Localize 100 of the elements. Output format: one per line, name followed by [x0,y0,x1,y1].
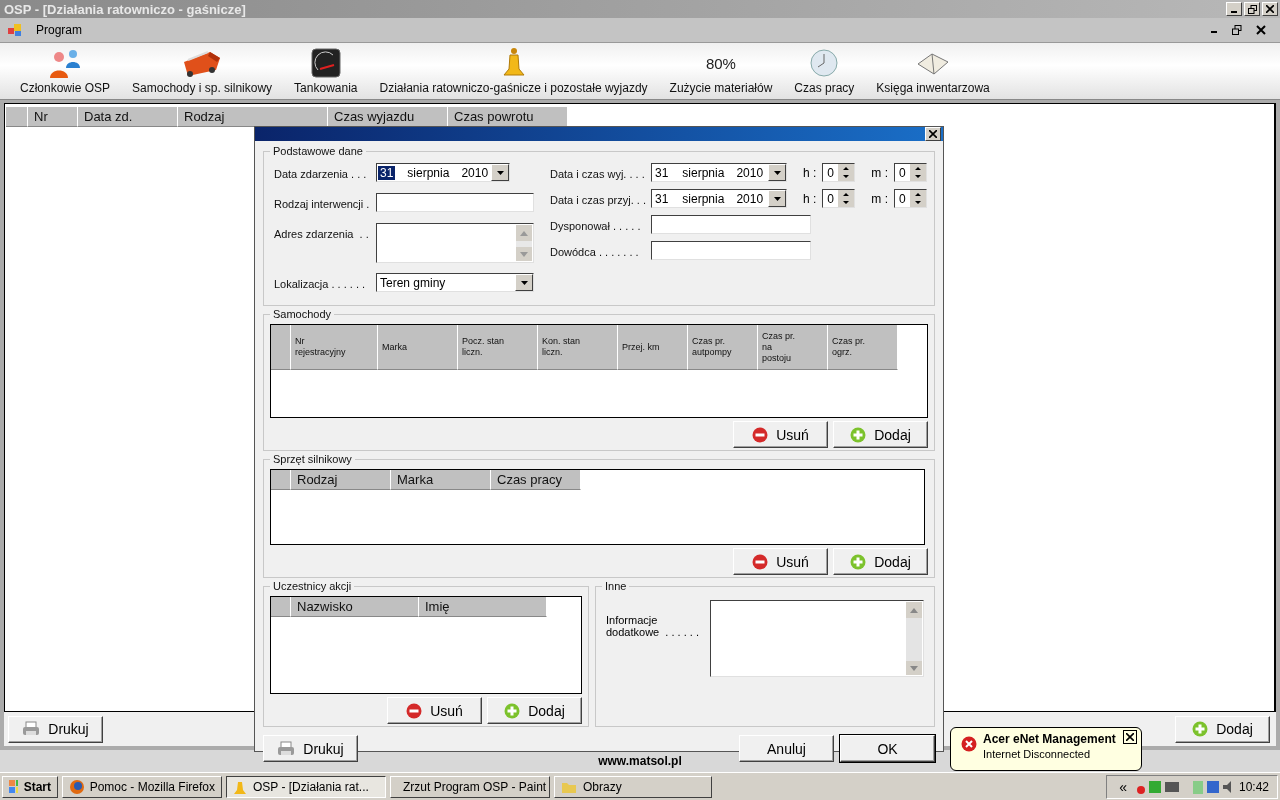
number-spinner[interactable]: 0 [822,189,856,208]
column-header[interactable]: Czas pr. na postoju [758,325,828,370]
remove-button[interactable]: Usuń [387,697,482,724]
field-label: Data i czas przyj. . . [550,193,647,206]
scrollbar[interactable] [516,225,532,261]
toolbar-button[interactable]: Działania ratowniczo-gaśnicze i pozostałe wyjazdy [379,47,648,95]
remove-button[interactable]: Usuń [733,421,828,448]
add-button[interactable]: Dodaj [833,421,928,448]
taskbar-button[interactable]: Obrazy [554,775,712,798]
group-title: Sprzęt silnikowy [272,453,353,465]
column-header[interactable]: Pocz. stan liczn. [458,325,538,370]
remove-icon [406,702,423,719]
add-icon [850,426,867,443]
clock-time: 10:42 [1238,779,1269,794]
toolbar-button[interactable]: Księga inwentarzowa [876,47,990,95]
add-icon [850,553,867,570]
field-label: Adres zdarzenia . . [274,227,370,240]
add-button[interactable]: Dodaj [1175,715,1270,743]
field-label: Data i czas wyj. . . . [550,167,646,180]
date-picker[interactable]: 31 sierpnia 2010 [376,163,510,182]
dropdown-arrow-icon [773,170,781,175]
dropdown[interactable]: Teren gminy [376,273,534,292]
column-header[interactable]: Nazwisko [291,597,419,617]
notification-title: Acer eNet Management [983,732,1116,746]
minute-label: m : [871,191,888,206]
input-field[interactable] [376,193,534,212]
toolbar-button[interactable]: Członkowie OSP [20,47,111,95]
column-header[interactable]: Marka [391,470,491,490]
column-header[interactable]: Czas pr. autpompy [688,325,758,370]
group-title: Samochody [272,308,333,320]
scrollbar[interactable] [906,602,922,675]
column-header[interactable]: Rodzaj [178,107,328,127]
menu-item[interactable]: Program [36,23,82,37]
close-button[interactable] [1123,730,1137,744]
add-icon [1192,721,1209,737]
window-icon [8,24,22,36]
field-label: Dowódca . . . . . . . [550,245,640,258]
notification-message: Internet Disconnected [983,748,1091,760]
window-title: OSP - [Działania ratowniczo - gaśnicze] [4,1,246,17]
dropdown-arrow-icon [496,170,504,175]
toolbar-button[interactable]: Tankowania [294,47,358,95]
taskbar-button[interactable]: Zrzut Program OSP - Paint [390,775,550,798]
restore-icon [1247,4,1257,14]
column-header[interactable]: Czas powrotu [448,107,568,127]
ok-button[interactable]: OK [840,735,935,762]
hour-label: h : [803,191,817,206]
number-spinner[interactable]: 0 [894,189,927,208]
show-hidden-icons-button[interactable]: « [1115,778,1131,795]
toolbar-button[interactable]: Czas pracy [794,47,855,95]
column-header[interactable]: Imię [419,597,547,617]
minute-label: m : [871,165,888,180]
group-title: Inne [604,580,628,592]
close-icon [1126,733,1134,741]
date-picker[interactable]: 31 sierpnia 2010 [651,189,787,208]
clock-icon [809,48,840,78]
column-header[interactable]: Czas wyjazdu [328,107,448,127]
remove-icon [752,553,769,570]
cancel-button[interactable]: Anuluj [739,735,834,762]
input-field[interactable] [651,241,811,260]
column-header[interactable]: Przej. km [618,325,688,370]
add-button[interactable]: Dodaj [487,697,582,724]
add-button[interactable]: Dodaj [833,548,928,575]
windows-logo-icon [9,779,18,794]
error-icon [961,736,977,752]
restore-icon [1232,25,1242,35]
minimize-button[interactable] [1226,2,1242,16]
field-label: Data zdarzenia . . . [274,167,368,180]
number-spinner[interactable]: 0 [822,163,856,182]
column-header[interactable]: Czas pracy [491,470,581,490]
text-area[interactable] [376,223,534,263]
people-icon [48,48,82,78]
print-button[interactable]: Drukuj [8,715,103,743]
toolbar-button[interactable]: 80% Zużycie materiałów [669,47,773,95]
remove-button[interactable]: Usuń [733,548,828,575]
website-link[interactable]: www.matsol.pl [598,754,682,768]
print-button[interactable]: Drukuj [263,735,358,762]
date-picker[interactable]: 31 sierpnia 2010 [651,163,787,182]
taskbar-button[interactable]: Pomoc - Mozilla Firefox [62,775,222,798]
field-label: Dysponował . . . . . [550,219,642,232]
column-header[interactable]: Nr rejestracyjny [291,325,378,370]
restore-button[interactable] [1244,2,1260,16]
number-spinner[interactable]: 0 [894,163,927,182]
group-title: Uczestnicy akcji [272,580,353,592]
close-icon [1266,5,1274,13]
start-button[interactable]: Start [2,775,58,798]
column-header[interactable]: Data zd. [78,107,178,127]
column-header[interactable]: Nr [28,107,78,127]
close-icon [929,130,937,138]
browser-icon [69,778,84,795]
toolbar-button[interactable]: Samochody i sp. silnikowy [132,47,273,95]
field-label: Rodzaj interwencji . [274,197,371,210]
column-header[interactable]: Kon. stan liczn. [538,325,618,370]
column-header[interactable]: Marka [378,325,458,370]
taskbar-button[interactable]: OSP - [Działania rat... [226,775,386,798]
column-header[interactable]: Czas pr. ogrz. [828,325,898,370]
input-field[interactable] [651,215,811,234]
column-header[interactable]: Rodzaj [291,470,391,490]
remove-icon [752,426,769,443]
bell-icon [501,47,526,79]
hour-label: h : [803,165,817,180]
